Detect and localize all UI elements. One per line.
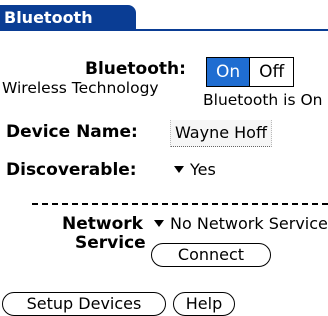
connect-button[interactable]: Connect xyxy=(151,243,271,267)
bluetooth-on-button[interactable]: On xyxy=(207,58,250,86)
discoverable-value: Yes xyxy=(190,160,216,179)
network-service-popup[interactable]: No Network Service xyxy=(154,214,328,233)
device-name-label: Device Name: xyxy=(6,122,138,142)
discoverable-label: Discoverable: xyxy=(6,160,137,180)
help-button[interactable]: Help xyxy=(173,292,235,316)
bluetooth-sublabel: Wireless Technology xyxy=(2,79,159,97)
network-service-value: No Network Service xyxy=(170,214,328,233)
title-rule xyxy=(0,29,328,31)
triangle-down-icon xyxy=(154,220,164,227)
device-name-field[interactable]: Wayne Hoff xyxy=(170,120,272,147)
triangle-down-icon xyxy=(174,166,184,173)
page-title: Bluetooth xyxy=(0,5,136,31)
network-label: Network xyxy=(62,214,143,234)
bluetooth-status: Bluetooth is On xyxy=(203,91,323,109)
bluetooth-toggle[interactable]: On Off xyxy=(206,57,295,87)
title-bar: Bluetooth xyxy=(0,0,328,31)
discoverable-popup[interactable]: Yes xyxy=(174,160,216,179)
separator xyxy=(32,203,328,205)
service-label: Service xyxy=(75,233,146,253)
bluetooth-label: Bluetooth: xyxy=(85,59,186,79)
bluetooth-off-button[interactable]: Off xyxy=(249,58,294,86)
setup-devices-button[interactable]: Setup Devices xyxy=(2,292,166,316)
